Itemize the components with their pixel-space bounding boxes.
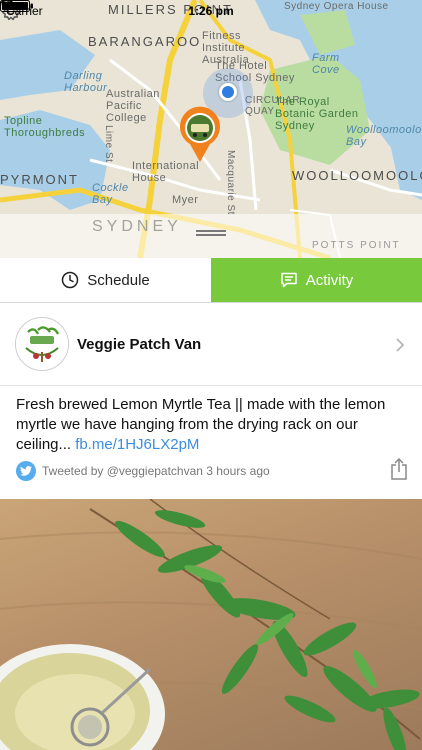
map-view[interactable]: MILLERS POINT BARANGAROO Fitness Institu… xyxy=(0,0,422,258)
twitter-icon xyxy=(16,461,36,481)
tab-schedule-label: Schedule xyxy=(87,271,150,289)
tab-activity[interactable]: Activity xyxy=(211,258,422,302)
map-label-farm-cove: Farm Cove xyxy=(312,52,340,76)
map-label-cockle-bay: Cockle Bay xyxy=(92,182,129,206)
share-icon[interactable] xyxy=(390,457,408,481)
drag-handle-icon[interactable] xyxy=(196,230,226,240)
tweet-link[interactable]: fb.me/1HJ6LX2pM xyxy=(75,436,199,453)
tweet-body: Fresh brewed Lemon Myrtle Tea || made wi… xyxy=(16,395,408,455)
tweet-meta: Tweeted by @veggiepatchvan 3 hours ago xyxy=(16,460,270,482)
map-label-woolloomooloo: WOOLLOOMOOLOO xyxy=(292,168,422,183)
clock-icon xyxy=(61,271,79,289)
veggie-patch-van-logo xyxy=(16,318,68,370)
tab-schedule[interactable]: Schedule xyxy=(0,258,211,302)
vendor-name: Veggie Patch Van xyxy=(77,336,202,353)
map-label-pyrmont: PYRMONT xyxy=(0,172,79,187)
map-label-australian-pacific: Australian Pacific College xyxy=(106,88,160,124)
tweet-text: Fresh brewed Lemon Myrtle Tea || made wi… xyxy=(16,396,386,453)
tab-activity-label: Activity xyxy=(305,271,354,289)
vendor-profile-row[interactable]: Veggie Patch Van xyxy=(0,303,422,386)
status-time: 1:26 pm xyxy=(188,4,234,18)
map-label-woolloomooloo-bay: Woolloomooloo Bay xyxy=(346,124,422,148)
map-label-topline: Topline Thoroughbreds xyxy=(4,115,86,139)
tweet-meta-text: Tweeted by @veggiepatchvan 3 hours ago xyxy=(42,464,270,478)
map-label-sydney: SYDNEY xyxy=(92,218,182,235)
lemon-myrtle-tea-photo xyxy=(0,499,422,750)
avatar xyxy=(15,317,69,371)
location-dot-icon xyxy=(219,83,237,101)
map-label-myer: Myer xyxy=(172,194,199,206)
chat-icon xyxy=(280,272,297,288)
battery-icon xyxy=(0,0,33,12)
tweet-photo[interactable] xyxy=(0,499,422,750)
map-label-lime-st: Lime St xyxy=(103,125,114,163)
map-label-barangaroo: BARANGAROO xyxy=(88,34,202,49)
chevron-right-icon xyxy=(396,338,404,352)
map-label-potts-point: POTTS POINT xyxy=(312,240,401,251)
tab-bar: Schedule Activity xyxy=(0,258,422,303)
map-label-macquarie-st: Macquarie St xyxy=(225,150,236,215)
van-marker-icon[interactable] xyxy=(176,106,224,164)
status-bar: Carrier 1:26 pm xyxy=(0,0,422,22)
